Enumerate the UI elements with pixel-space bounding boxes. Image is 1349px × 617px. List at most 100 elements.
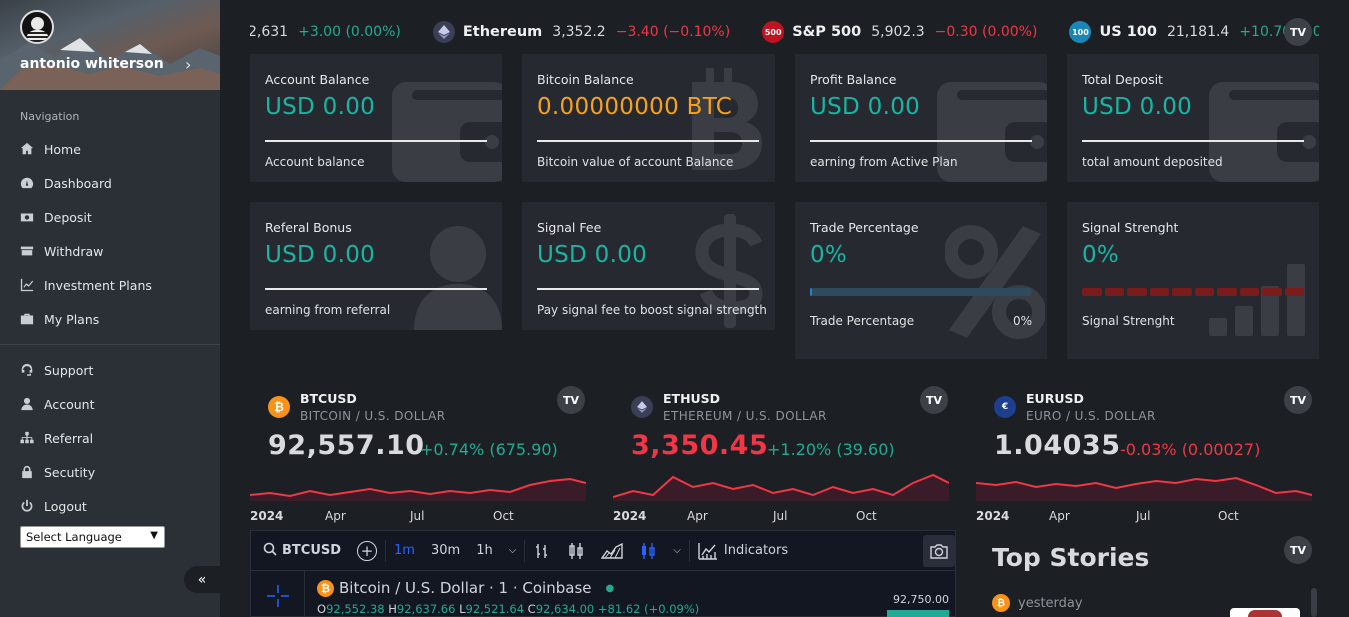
camera-icon [923,534,955,567]
mini-price: 92,557.10 [268,430,425,461]
card-title: Profit Balance [810,72,897,87]
briefcase-icon [20,312,34,326]
tradingview-logo-icon[interactable]: TV [1284,18,1312,46]
home-icon [20,142,34,156]
mini-description: ETHEREUM / U.S. DOLLAR [663,409,827,423]
sidebar-item-label: Withdraw [44,243,104,259]
card-divider [537,288,759,290]
card-title: Signal Strenght [1082,220,1179,235]
profile-header[interactable]: antonio whiterson › [0,0,220,90]
trade-progress-bar [810,288,1032,296]
chart-style-dropdown[interactable]: ⌵ [665,531,689,571]
interval-dropdown[interactable]: ⌵ [501,531,525,571]
axis-label: Jul [773,509,788,523]
high-value: 92,637.66 [396,602,456,616]
ticker-item-2[interactable]: 500 S&P 500 5,902.3 −0.30 (0.00%) [762,21,1037,43]
axis-label: 2024 [613,509,647,523]
ticker-item-1[interactable]: Ethereum 3,352.2 −3.40 (−0.10%) [432,21,730,43]
mini-price: 3,350.45 [631,430,769,461]
sidebar-item-logout[interactable]: Logout [0,489,220,523]
interval-30m[interactable]: 30m [423,531,468,571]
mini-chart-eurusd[interactable]: € EURUSD EURO / U.S. DOLLAR 1.04035 -0.0… [976,385,1312,525]
ticker-price: 21,181.4 [1166,24,1230,40]
card-divider [810,140,1032,142]
sidebar-item-investment-plans[interactable]: Investment Plans [0,268,220,302]
deposit-icon [20,210,34,224]
story-timestamp[interactable]: ₿ yesterday [992,594,1083,612]
wallet-icon [392,82,502,182]
indicators-label: Indicators [723,543,789,558]
candle-style-button[interactable] [559,531,593,571]
us100-badge: 100 [1069,21,1092,43]
chevron-down-icon: ⌵ [508,545,517,556]
ticker-price: ⁠2,631 [250,24,289,40]
story-thumbnail[interactable] [1230,608,1300,617]
divider [0,344,220,345]
advanced-chart-widget[interactable]: BTCUSD + 1m 30m 1h ⌵ ⌵ Indicators ₿ Bitc… [250,530,956,617]
card-account-balance: Account Balance USD 0.00 Account balance [250,54,502,182]
indicators-button[interactable]: Indicators [690,531,796,571]
change-value: +81.62 (+0.09%) [597,602,700,616]
tradingview-logo-icon[interactable]: TV [1284,386,1312,414]
mini-change: -0.03% (0.00027) [1120,440,1261,459]
sidebar-item-label: Dashboard [44,175,112,191]
card-title: Referal Bonus [265,220,352,235]
screenshot-button[interactable] [915,531,955,571]
chart-title: Bitcoin / U.S. Dollar · 1 · Coinbase [339,579,592,597]
chevron-down-icon: ▼ [150,530,158,541]
language-select[interactable]: Select Language ▼ [20,526,165,548]
sidebar-item-withdraw[interactable]: Withdraw [0,234,220,268]
hollow-candle-style-button[interactable] [631,531,665,571]
signal-strength-bar [1082,288,1304,296]
sidebar-item-deposit[interactable]: Deposit [0,200,220,234]
user-icon [414,226,502,330]
mini-symbol: ETHUSD [663,391,721,406]
chart-symbol: BTCUSD [282,543,342,558]
interval-1h[interactable]: 1h [468,531,501,571]
ticker-item-0[interactable]: ⁠2,631 +3.00 (0.00%) [250,24,401,40]
tradingview-logo-icon[interactable]: TV [1284,536,1312,564]
axis-label: Jul [410,509,425,523]
area-style-button[interactable] [593,531,631,571]
card-profit-balance: Profit Balance USD 0.00 earning from Act… [795,54,1047,182]
sidebar-item-support[interactable]: Support [0,353,220,387]
card-subtitle: Bitcoin value of account Balance [537,155,734,169]
sidebar-item-dashboard[interactable]: Dashboard [0,166,220,200]
chart-pane[interactable]: ₿ Bitcoin / U.S. Dollar · 1 · Coinbase ●… [251,571,955,617]
ticker-tape[interactable]: ⁠2,631 +3.00 (0.00%) Ethereum 3,352.2 −3… [250,16,1319,48]
sidebar-item-security[interactable]: Secutity [0,455,220,489]
crosshair-icon[interactable] [267,585,289,607]
market-open-dot-icon: ● [605,582,615,594]
sidebar-item-referral[interactable]: Referral [0,421,220,455]
sidebar-item-home[interactable]: Home [0,132,220,166]
sidebar-item-label: Support [44,362,94,378]
mini-chart-ethusd[interactable]: ETHUSD ETHEREUM / U.S. DOLLAR 3,350.45 +… [613,385,949,525]
bar-style-button[interactable] [525,531,559,571]
card-value: 0% [810,242,848,268]
symbol-search-button[interactable]: BTCUSD [251,531,349,571]
chevron-right-icon[interactable]: › [185,55,191,74]
ethereum-icon [631,396,653,418]
close-value: 92,634.00 [535,602,595,616]
ticker-item-3[interactable]: 100 US 100 21,181.4 +10.70 (+0.05%) [1069,21,1319,43]
card-divider [265,288,487,290]
lock-icon [20,465,34,479]
collapse-sidebar-button[interactable]: « [184,566,220,593]
scrollbar[interactable] [1311,588,1317,617]
bitcoin-icon: ₿ [268,396,290,418]
compare-button[interactable]: + [349,531,385,571]
double-chevron-left-icon: « [197,571,207,588]
sidebar-item-account[interactable]: Account [0,387,220,421]
axis-label: Oct [493,509,514,523]
mini-chart-btcusd[interactable]: ₿ BTCUSD BITCOIN / U.S. DOLLAR 92,557.10… [250,385,586,525]
card-value: 0% [1082,242,1120,268]
price-axis-label: 92,750.00 [893,593,949,606]
tradingview-logo-icon[interactable]: TV [920,386,948,414]
ticker-change: −0.30 (0.00%) [934,24,1038,40]
sidebar-item-my-plans[interactable]: My Plans [0,302,220,336]
interval-1m[interactable]: 1m [386,531,423,571]
avatar[interactable] [20,10,54,44]
tradingview-logo-icon[interactable]: TV [557,386,585,414]
bitcoin-icon: ₿ [992,594,1010,612]
card-value: USD 0.00 [1082,94,1193,120]
